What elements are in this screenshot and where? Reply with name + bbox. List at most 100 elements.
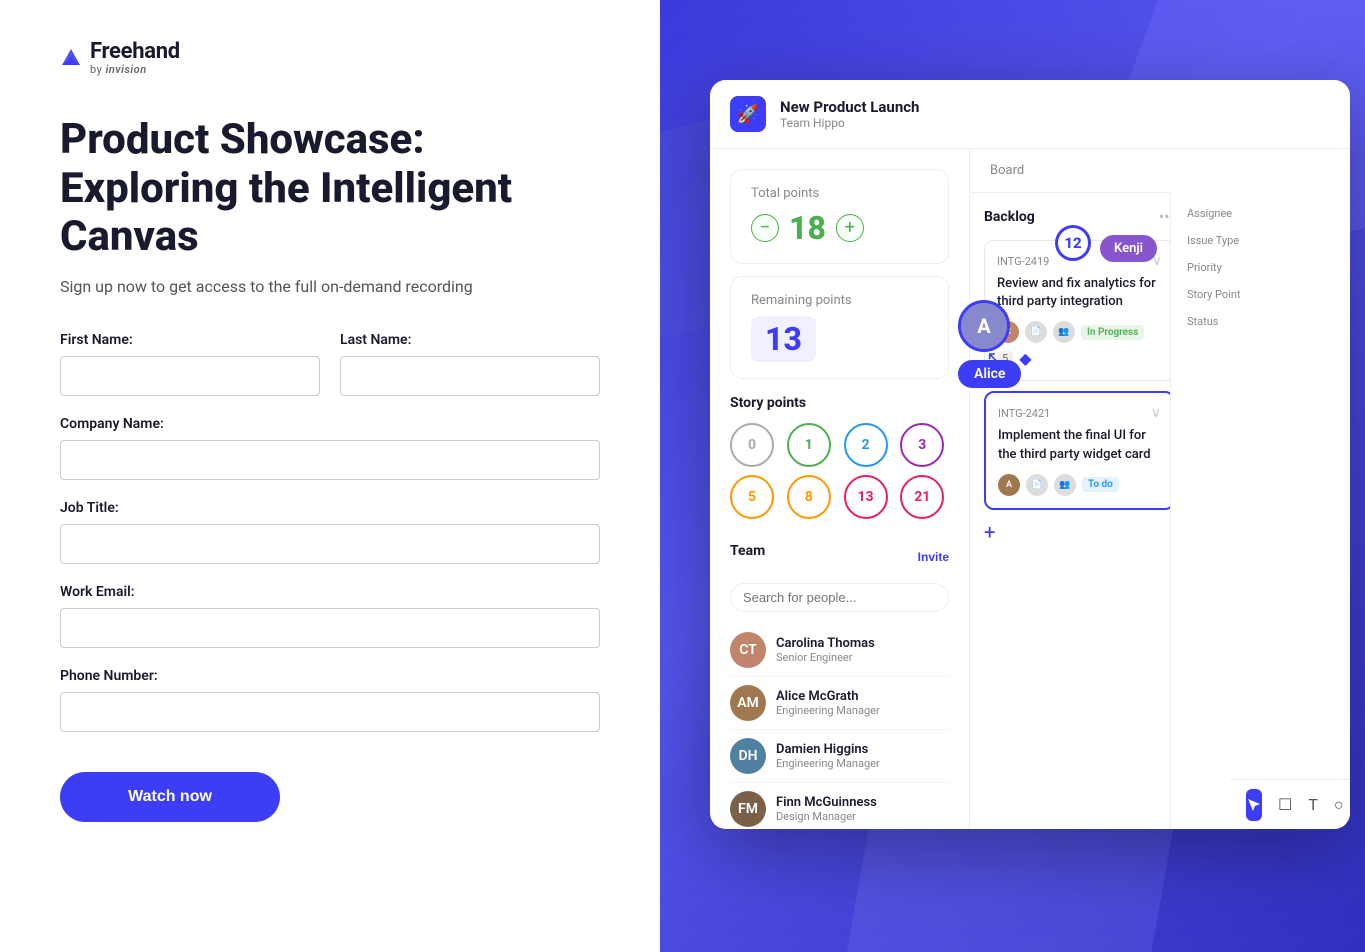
prop-story-points-label: Story Point bbox=[1187, 288, 1334, 301]
app-header-subtitle: Team Hippo bbox=[780, 116, 919, 130]
member-info-finn: Finn McGuinness Design Manager bbox=[776, 795, 877, 823]
add-card-button[interactable]: + bbox=[984, 520, 1175, 544]
text-tool[interactable]: T bbox=[1308, 789, 1318, 821]
app-body: Total points − 18 + Remaining points 13 bbox=[710, 149, 1350, 829]
last-name-label: Last Name: bbox=[340, 332, 600, 348]
story-bubbles-grid: 0 1 2 3 5 8 13 21 bbox=[730, 423, 949, 519]
email-group: Work Email: bbox=[60, 584, 600, 648]
member-info-alice: Alice McGrath Engineering Manager bbox=[776, 689, 880, 717]
phone-row: Phone Number: bbox=[60, 668, 600, 732]
member-avatar-damien: DH bbox=[730, 738, 766, 774]
card-status-2421: To do bbox=[1082, 477, 1119, 492]
story-bubble-1[interactable]: 1 bbox=[787, 423, 831, 467]
increment-button[interactable]: + bbox=[836, 214, 864, 242]
signup-form: First Name: Last Name: Company Name: Job… bbox=[60, 332, 600, 822]
team-section: Team Invite CT Carolina Thomas Senior En… bbox=[730, 543, 949, 829]
left-panel: Freehand by invision Product Showcase: E… bbox=[0, 0, 660, 952]
circle-tool[interactable]: ○ bbox=[1334, 789, 1344, 821]
board-card-intg2421[interactable]: INTG-2421 ∨ Implement the final UI for t… bbox=[984, 391, 1175, 509]
prop-story-points: Story Point bbox=[1187, 288, 1334, 301]
name-row: First Name: Last Name: bbox=[60, 332, 600, 396]
backlog-header: Backlog ••• bbox=[984, 207, 1175, 226]
backlog-column: Backlog ••• INTG-2419 ∨ Review and fix a… bbox=[970, 193, 1190, 829]
remaining-points-row: 13 bbox=[751, 316, 928, 362]
board-header: Board bbox=[970, 149, 1350, 193]
team-member-finn: FM Finn McGuinness Design Manager bbox=[730, 783, 949, 829]
story-bubble-13[interactable]: 13 bbox=[844, 475, 888, 519]
email-row: Work Email: bbox=[60, 584, 600, 648]
card-avatar-2421: A bbox=[998, 474, 1020, 496]
logo-freehand: Freehand bbox=[90, 40, 180, 64]
story-bubble-3[interactable]: 3 bbox=[900, 423, 944, 467]
story-points-title: Story points bbox=[730, 395, 949, 411]
prop-priority: Priority bbox=[1187, 261, 1334, 274]
search-people-input[interactable] bbox=[730, 583, 949, 612]
member-avatar-carolina: CT bbox=[730, 632, 766, 668]
app-header-info: New Product Launch Team Hippo bbox=[780, 98, 919, 130]
story-bubble-0[interactable]: 0 bbox=[730, 423, 774, 467]
company-group: Company Name: bbox=[60, 416, 600, 480]
company-input[interactable] bbox=[60, 440, 600, 480]
job-group: Job Title: bbox=[60, 500, 600, 564]
app-header-title: New Product Launch bbox=[780, 98, 919, 116]
card-title-2421: Implement the final UI for the third par… bbox=[998, 427, 1161, 463]
app-window: 🚀 New Product Launch Team Hippo Total po… bbox=[710, 80, 1350, 829]
kenji-label: Kenji bbox=[1100, 235, 1157, 262]
invite-button[interactable]: Invite bbox=[918, 550, 949, 564]
member-role-alice: Engineering Manager bbox=[776, 704, 880, 717]
freehand-logo-icon bbox=[60, 47, 82, 69]
alice-avatar-large: A bbox=[958, 300, 1010, 352]
member-avatar-alice: AM bbox=[730, 685, 766, 721]
last-name-group: Last Name: bbox=[340, 332, 600, 396]
member-role-carolina: Senior Engineer bbox=[776, 651, 875, 664]
right-panel: 🚀 New Product Launch Team Hippo Total po… bbox=[660, 0, 1365, 952]
total-points-value: 18 bbox=[789, 209, 826, 247]
app-project-icon: 🚀 bbox=[730, 96, 766, 132]
prop-issue-type-label: Issue Type bbox=[1187, 234, 1334, 247]
alice-cursor: A ↖ Alice bbox=[958, 300, 1021, 388]
story-bubble-5[interactable]: 5 bbox=[730, 475, 774, 519]
page-title: Product Showcase: Exploring the Intellig… bbox=[60, 116, 600, 261]
decrement-button[interactable]: − bbox=[751, 214, 779, 242]
app-header: 🚀 New Product Launch Team Hippo bbox=[710, 80, 1350, 149]
app-left-column: Total points − 18 + Remaining points 13 bbox=[710, 149, 970, 829]
job-title-input[interactable] bbox=[60, 524, 600, 564]
total-points-label: Total points bbox=[751, 186, 928, 201]
card-meta-2419: C 📄 👥 In Progress 5 ◆ bbox=[997, 321, 1162, 368]
team-member-damien: DH Damien Higgins Engineering Manager bbox=[730, 730, 949, 783]
phone-group: Phone Number: bbox=[60, 668, 600, 732]
member-info-damien: Damien Higgins Engineering Manager bbox=[776, 742, 880, 770]
first-name-input[interactable] bbox=[60, 356, 320, 396]
points-controls: − 18 + bbox=[751, 209, 864, 247]
last-name-input[interactable] bbox=[340, 356, 600, 396]
remaining-points-label: Remaining points bbox=[751, 293, 928, 308]
prop-assignee-label: Assignee bbox=[1187, 207, 1334, 220]
card-title-2419: Review and fix analytics for third party… bbox=[997, 275, 1162, 311]
card-meta-2421: A 📄 👥 To do bbox=[998, 474, 1161, 496]
team-member-alice: AM Alice McGrath Engineering Manager bbox=[730, 677, 949, 730]
logo-by-invision: by invision bbox=[90, 64, 180, 76]
job-row: Job Title: bbox=[60, 500, 600, 564]
card-status-2419: In Progress bbox=[1081, 325, 1144, 340]
card-icon-group-2419: 👥 bbox=[1053, 321, 1075, 343]
phone-input[interactable] bbox=[60, 692, 600, 732]
team-member-carolina: CT Carolina Thomas Senior Engineer bbox=[730, 624, 949, 677]
backlog-title: Backlog bbox=[984, 209, 1035, 225]
member-name-finn: Finn McGuinness bbox=[776, 795, 877, 810]
card-chevron-2421[interactable]: ∨ bbox=[1151, 405, 1161, 421]
story-bubble-2[interactable]: 2 bbox=[844, 423, 888, 467]
property-panel: Assignee Issue Type Priority Story Point… bbox=[1170, 191, 1350, 829]
watch-now-button[interactable]: Watch now bbox=[60, 772, 280, 822]
card-icon-doc-2421: 📄 bbox=[1026, 474, 1048, 496]
prop-priority-label: Priority bbox=[1187, 261, 1334, 274]
prop-assignee: Assignee bbox=[1187, 207, 1334, 220]
cursor-tool[interactable] bbox=[1246, 789, 1262, 821]
member-info-carolina: Carolina Thomas Senior Engineer bbox=[776, 636, 875, 664]
story-bubble-8[interactable]: 8 bbox=[787, 475, 831, 519]
email-label: Work Email: bbox=[60, 584, 600, 600]
email-input[interactable] bbox=[60, 608, 600, 648]
rectangle-tool[interactable]: ☐ bbox=[1278, 789, 1292, 821]
story-bubble-21[interactable]: 21 bbox=[900, 475, 944, 519]
team-header: Team Invite bbox=[730, 543, 949, 571]
company-row: Company Name: bbox=[60, 416, 600, 480]
